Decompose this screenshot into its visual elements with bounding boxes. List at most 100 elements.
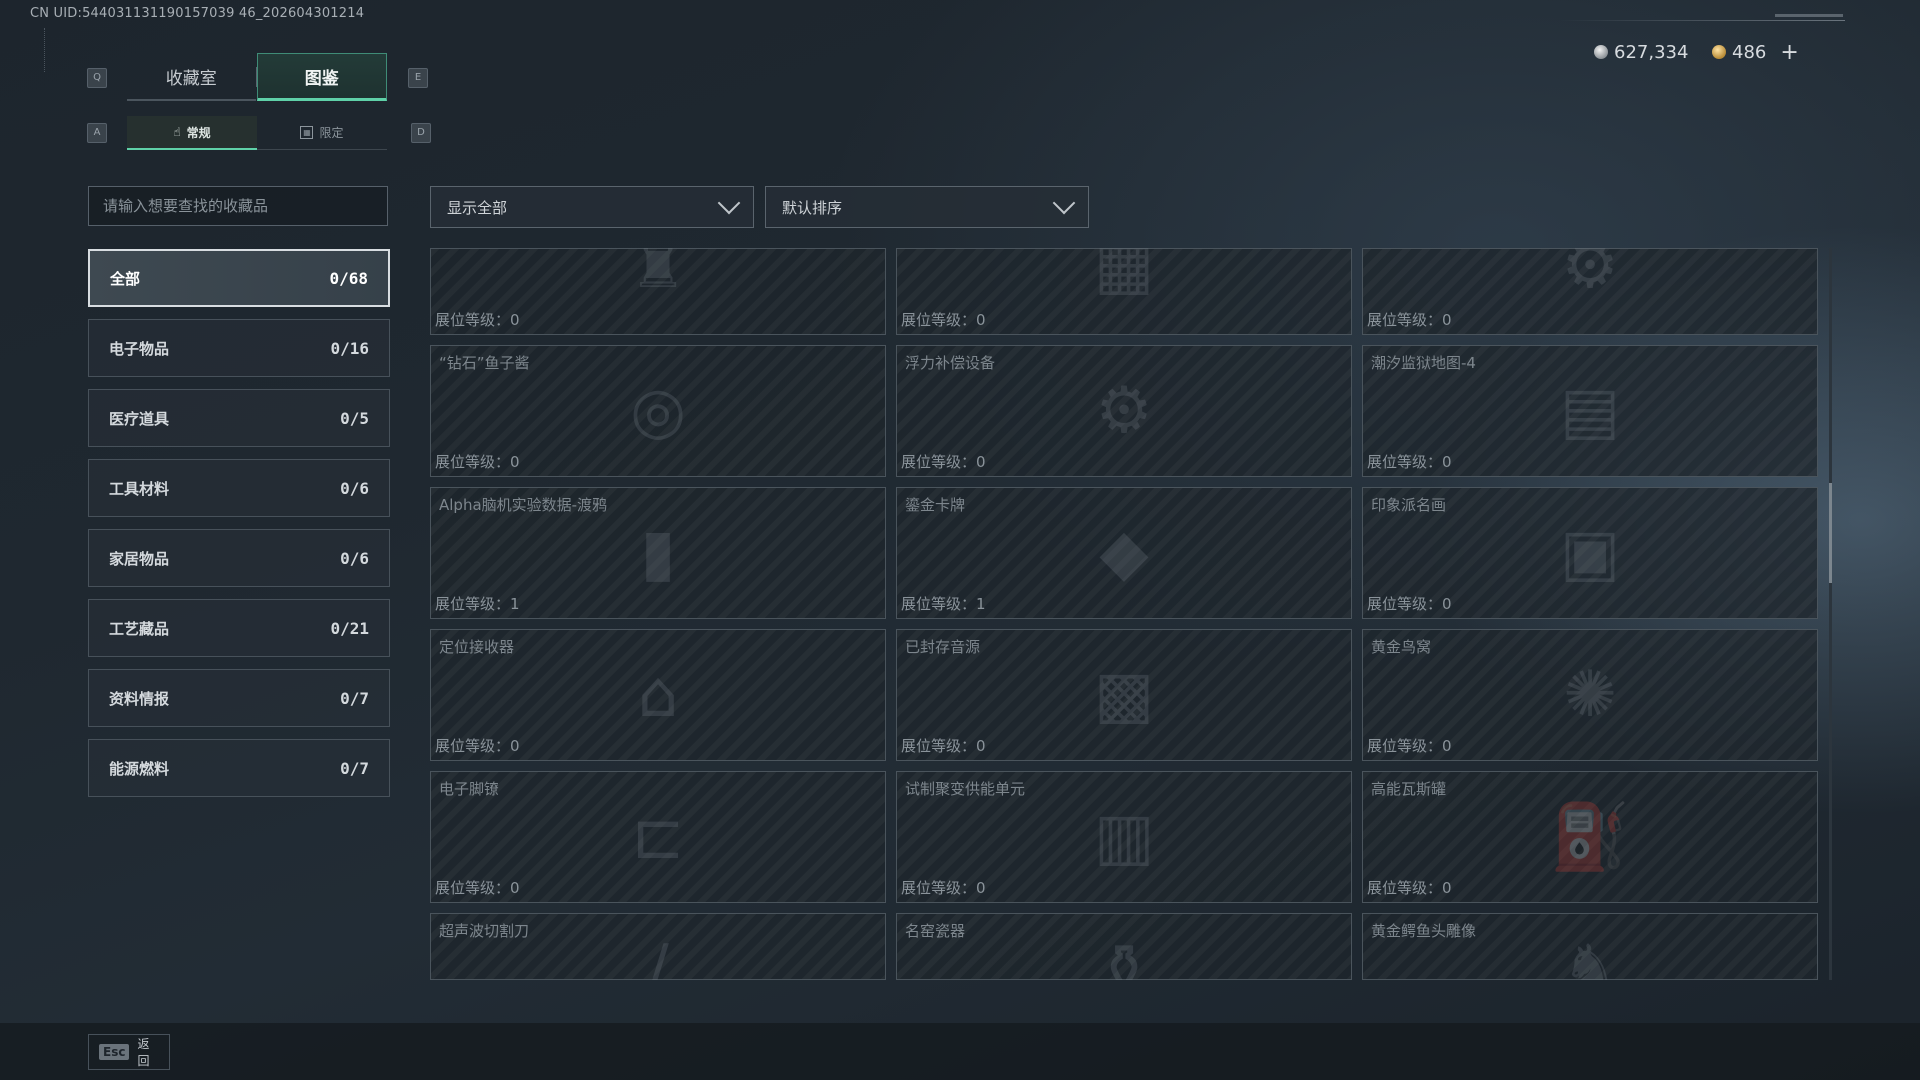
sub-tabs: ☝ 常规 ▦ 限定 [127,116,387,150]
collectible-card[interactable]: ⊏ 电子脚镣展位等级：0 [430,771,886,903]
top-right-divider-accent [1775,14,1843,17]
grid-scrollbar[interactable] [1829,248,1832,980]
display-level-value: 0 [1442,879,1452,897]
category-count: 0/6 [340,478,369,498]
tab-collection-room[interactable]: 收藏室 [127,53,256,101]
display-level-prefix: 展位等级： [1367,453,1443,471]
card-item-icon: ◆ [1099,516,1149,590]
item-name: 电子脚镣 [439,780,500,798]
collectible-card[interactable]: / 超声波切割刀 [430,913,886,980]
collectible-card[interactable]: ▮ Alpha脑机实验数据-渡鸦 展位等级：1 [430,487,886,619]
category-crafts[interactable]: 工艺藏品 0/21 [88,599,390,657]
collectible-card[interactable]: ⚙ 展位等级：0 [1362,248,1818,335]
search-input[interactable] [88,186,388,226]
tab-catalog[interactable]: 图鉴 [256,53,387,101]
silver-amount: 627,334 [1614,41,1689,63]
device-item-icon: ⚙ [1561,248,1619,303]
back-button[interactable]: Esc 返回 [88,1034,170,1070]
q-key-hint: Q [87,68,107,88]
display-level-value: 1 [976,595,986,613]
subtab-regular[interactable]: ☝ 常规 [127,116,257,150]
collectible-card[interactable]: ⚙ 浮力补偿设备 展位等级：0 [896,345,1352,477]
display-level-value: 0 [1442,595,1452,613]
item-display-level: 展位等级：0 [435,877,520,898]
chevron-down-icon [717,191,741,215]
collectible-card[interactable]: ▦ 展位等级：0 [896,248,1352,335]
item-name: 鎏金卡牌 [905,496,966,514]
collectible-card[interactable]: ⌂ 定位接收器 展位等级：0 [430,629,886,761]
item-display-level: 展位等级：0 [435,309,520,330]
cell-item-icon: ▥ [1093,800,1155,874]
grid-scrollbar-thumb[interactable] [1829,483,1832,583]
collectible-card[interactable]: ▩ 已封存音源 展位等级：0 [896,629,1352,761]
display-level-value: 0 [1442,737,1452,755]
category-energy[interactable]: 能源燃料 0/7 [88,739,390,797]
receiver-item-icon: ⌂ [637,658,679,732]
category-electronics[interactable]: 电子物品 0/16 [88,319,390,377]
category-intel[interactable]: 资料情报 0/7 [88,669,390,727]
display-level-prefix: 展位等级： [1367,311,1443,329]
item-display-level: 展位等级：0 [1367,735,1452,756]
item-name: 潮汐监狱地图-4 [1371,354,1476,372]
collectible-card[interactable]: ▥ 试制聚变供能单元 展位等级：0 [896,771,1352,903]
category-label: 工具材料 [109,479,170,498]
item-name: Alpha脑机实验数据-渡鸦 [439,496,608,514]
silver-currency: 627,334 [1594,40,1688,64]
filter-dropdown-value: 显示全部 [447,198,508,217]
main-tabs: 收藏室 图鉴 [127,53,387,101]
category-count: 0/5 [340,408,369,428]
category-label: 家居物品 [109,549,170,568]
item-display-level: 展位等级：1 [901,593,986,614]
category-label: 全部 [110,269,141,288]
collectible-card[interactable]: ◎ “钻石”鱼子酱 展位等级：0 [430,345,886,477]
gold-coin-icon [1712,45,1726,59]
display-level-prefix: 展位等级： [901,737,977,755]
frame-item-icon: ▣ [1559,516,1621,590]
category-all[interactable]: 全部 0/68 [88,249,390,307]
item-display-level: 展位等级：0 [435,735,520,756]
collectible-card[interactable]: ♜ 展位等级：0 [430,248,886,335]
display-level-prefix: 展位等级： [901,595,977,613]
silver-coin-icon [1594,45,1608,59]
display-level-prefix: 展位等级： [435,879,511,897]
item-display-level: 展位等级：0 [901,451,986,472]
filter-dropdown[interactable]: 显示全部 [430,186,754,228]
item-name: 已封存音源 [905,638,981,656]
display-level-prefix: 展位等级： [901,879,977,897]
display-level-value: 0 [1442,311,1452,329]
collectible-card[interactable]: ▣ 印象派名画 展位等级：0 [1362,487,1818,619]
category-tools[interactable]: 工具材料 0/6 [88,459,390,517]
collectible-card[interactable]: ◆ 鎏金卡牌展位等级：1 [896,487,1352,619]
category-count: 0/6 [340,548,369,568]
shackle-item-icon: ⊏ [631,800,685,874]
item-name: 浮力补偿设备 [905,354,996,372]
collectible-card[interactable]: ⛽ 高能瓦斯罐 展位等级：0 [1362,771,1818,903]
a-key-hint: A [87,123,107,143]
back-label: 返回 [137,1037,150,1068]
display-level-value: 0 [976,311,986,329]
blade-item-icon: / [647,932,669,980]
collectible-card[interactable]: ✺ 黄金鸟窝 展位等级：0 [1362,629,1818,761]
item-grid: ♜ 展位等级：0 ▦ 展位等级：0 ⚙ 展位等级：0 ◎ “钻石”鱼子酱 展位等级：0 ⚙ 浮力补偿… [430,248,1820,980]
display-level-value: 0 [510,879,520,897]
display-level-value: 0 [976,453,986,471]
category-medical[interactable]: 医疗道具 0/5 [88,389,390,447]
collectible-card[interactable]: ⚱ 名窑瓷器 [896,913,1352,980]
category-household[interactable]: 家居物品 0/6 [88,529,390,587]
chevron-down-icon [1052,191,1076,215]
subtab-limited[interactable]: ▦ 限定 [257,116,387,150]
display-level-value: 0 [510,311,520,329]
item-name: 名窑瓷器 [905,922,966,940]
statue-item-icon: ♞ [1561,932,1619,980]
item-display-level: 展位等级：0 [1367,877,1452,898]
collectible-card[interactable]: ♞ 黄金鳄鱼头雕像 [1362,913,1818,980]
sort-dropdown[interactable]: 默认排序 [765,186,1089,228]
category-label: 电子物品 [109,339,170,358]
display-level-prefix: 展位等级： [1367,879,1443,897]
subtab-limited-label: 限定 [319,126,344,140]
display-level-prefix: 展位等级： [901,311,977,329]
sort-dropdown-value: 默认排序 [782,198,843,217]
category-count: 0/68 [329,268,368,288]
add-currency-button[interactable]: + [1780,40,1798,65]
collectible-card[interactable]: ▤ 潮汐监狱地图-4 展位等级：0 [1362,345,1818,477]
